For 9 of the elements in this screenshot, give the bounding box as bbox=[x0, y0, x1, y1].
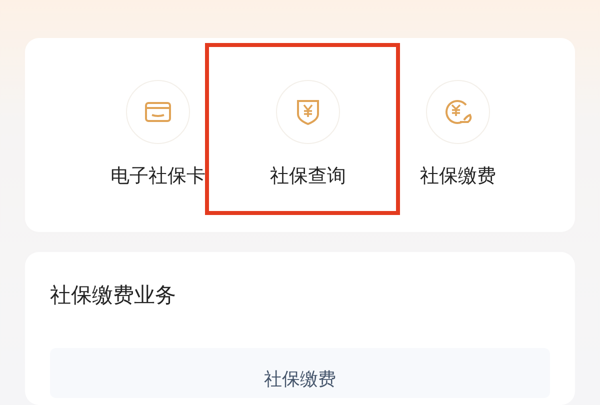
section-title: 社保缴费业务 bbox=[50, 282, 177, 309]
service-label[interactable]: 社保查询 bbox=[270, 162, 346, 190]
service-label[interactable]: 电子社保卡 bbox=[110, 162, 206, 190]
service-label[interactable]: 社保缴费 bbox=[420, 162, 496, 190]
payment-option[interactable]: 社保缴费 bbox=[50, 348, 550, 398]
option-label: 社保缴费 bbox=[264, 368, 336, 392]
icon-circle[interactable] bbox=[426, 80, 490, 144]
icon-circle[interactable] bbox=[126, 80, 190, 144]
icon-circle[interactable] bbox=[276, 80, 340, 144]
